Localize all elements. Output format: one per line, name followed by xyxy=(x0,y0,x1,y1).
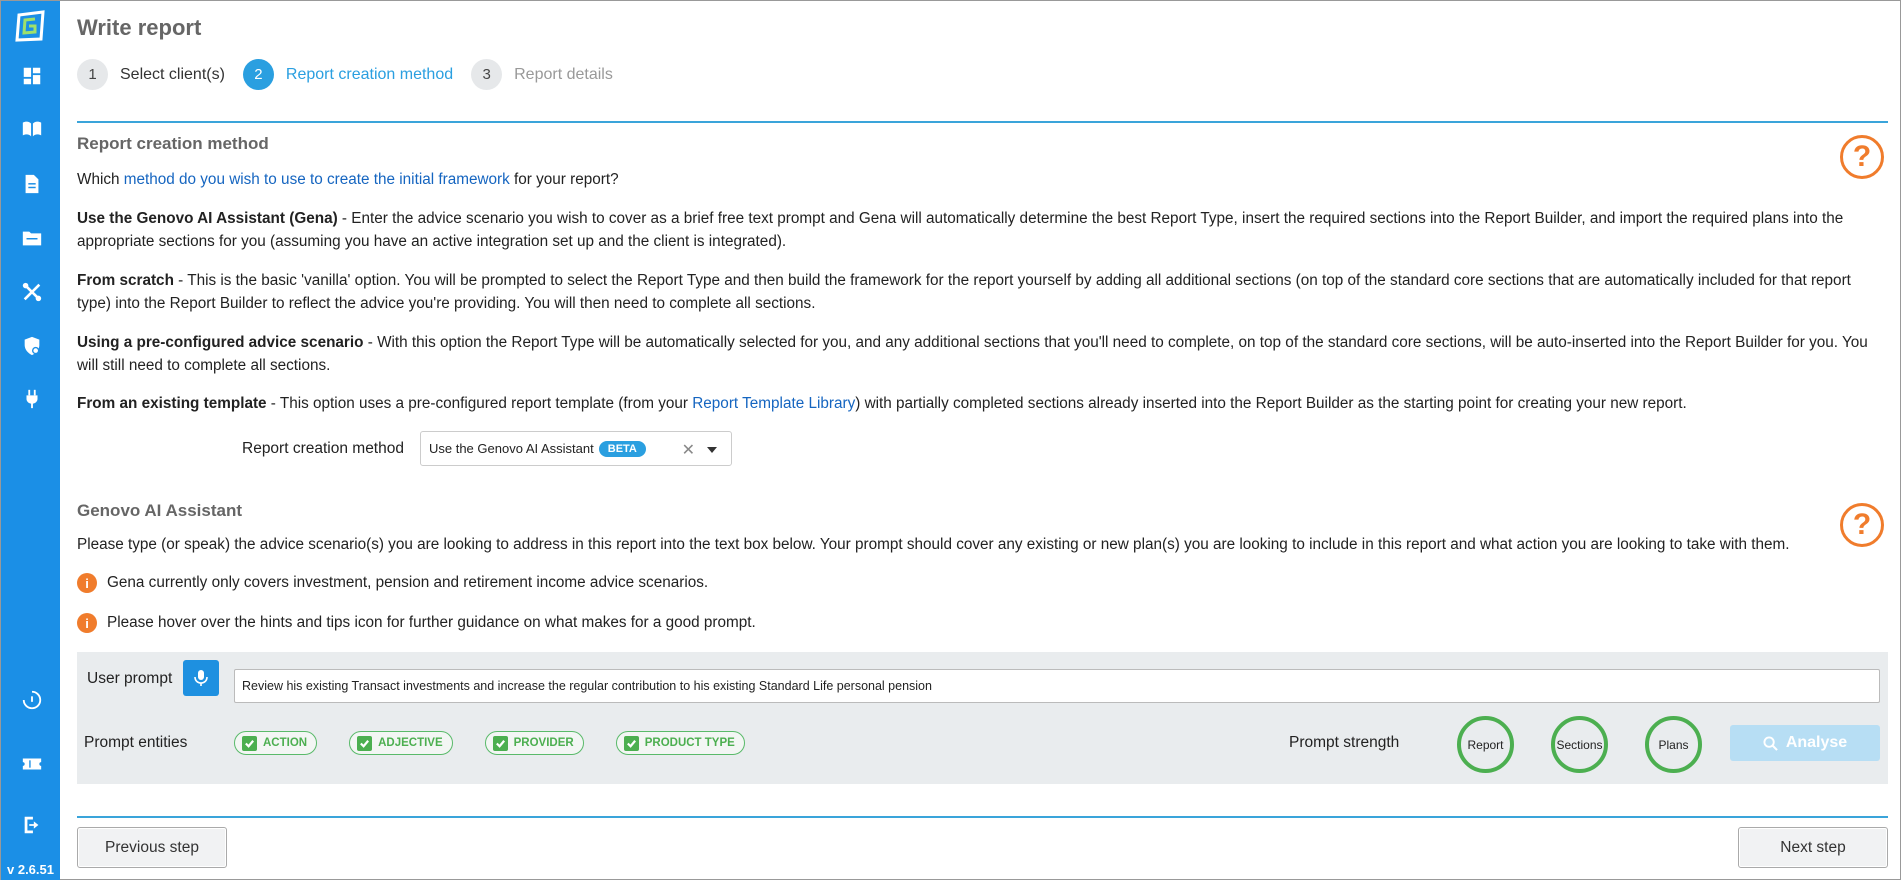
user-prompt-label: User prompt xyxy=(87,670,173,687)
strength-report: Report xyxy=(1457,716,1514,773)
method-select-row: Report creation method Use the Genovo AI… xyxy=(242,431,732,466)
info-icon[interactable]: i xyxy=(77,613,97,633)
step-label: Report details xyxy=(514,65,613,83)
app-logo-icon[interactable] xyxy=(13,9,47,43)
method-framework-link[interactable]: method do you wish to use to create the … xyxy=(124,171,510,188)
check-icon xyxy=(492,735,508,751)
beta-badge: BETA xyxy=(598,440,646,457)
step-report-creation-method[interactable]: 2 Report creation method xyxy=(242,59,454,90)
entity-chip-provider[interactable]: PROVIDER xyxy=(484,731,584,755)
clear-icon[interactable]: ✕ xyxy=(682,440,695,460)
user-prompt-input[interactable]: Review his existing Transact investments… xyxy=(234,669,1880,703)
microphone-button[interactable] xyxy=(183,660,219,696)
method-select-value: Use the Genovo AI Assistant xyxy=(428,441,594,456)
search-icon xyxy=(1763,735,1778,751)
prompt-strength-label: Prompt strength xyxy=(1289,734,1400,751)
previous-step-button[interactable]: Previous step xyxy=(77,827,227,868)
entity-chips: ACTION ADJECTIVE PROVIDER PRODUCT TYPE xyxy=(234,731,745,755)
option-scratch: From scratch - This is the basic 'vanill… xyxy=(77,272,1851,312)
sidebar: v 2.6.51 xyxy=(1,1,60,880)
analyse-button[interactable]: Analyse xyxy=(1730,725,1880,761)
divider xyxy=(77,121,1888,123)
folder-icon[interactable] xyxy=(21,227,43,249)
method-question: Which method do you wish to use to creat… xyxy=(77,171,619,188)
divider xyxy=(77,816,1888,818)
shield-icon[interactable] xyxy=(21,335,43,357)
document-icon[interactable] xyxy=(21,173,43,195)
gena-section-title: Genovo AI Assistant xyxy=(77,501,242,520)
entity-chip-adjective[interactable]: ADJECTIVE xyxy=(349,731,453,755)
entity-chip-product-type[interactable]: PRODUCT TYPE xyxy=(615,731,745,755)
option-preconfigured: Using a pre-configured advice scenario -… xyxy=(77,334,1868,374)
check-icon xyxy=(623,735,639,751)
step-number: 2 xyxy=(242,59,274,90)
method-select[interactable]: Use the Genovo AI Assistant BETA ✕ xyxy=(419,431,732,466)
chevron-down-icon[interactable] xyxy=(706,447,717,453)
strength-sections: Sections xyxy=(1551,716,1608,773)
tools-icon[interactable] xyxy=(21,281,43,303)
info-icon: i xyxy=(77,573,97,593)
step-number: 1 xyxy=(77,59,108,90)
info-note-text: Please hover over the hints and tips ico… xyxy=(107,614,756,631)
step-label: Report creation method xyxy=(285,65,454,83)
ticket-icon[interactable] xyxy=(21,753,43,775)
info-note: i Gena currently only covers investment,… xyxy=(77,573,708,593)
method-section-title: Report creation method xyxy=(77,134,269,153)
entity-chip-action[interactable]: ACTION xyxy=(234,731,318,755)
strength-plans: Plans xyxy=(1645,716,1702,773)
main-content: Write report 1 Select client(s) 2 Report… xyxy=(60,1,1900,879)
option-gena: Use the Genovo AI Assistant (Gena) - Ent… xyxy=(77,210,1844,250)
app-version: v 2.6.51 xyxy=(7,862,54,877)
info-note-text: Gena currently only covers investment, p… xyxy=(107,574,709,591)
prompt-entities-label: Prompt entities xyxy=(84,734,188,751)
step-select-clients[interactable]: 1 Select client(s) xyxy=(77,59,225,90)
help-circle-icon[interactable] xyxy=(21,689,43,711)
gena-intro: Please type (or speak) the advice scenar… xyxy=(77,536,1790,553)
logout-icon[interactable] xyxy=(21,814,43,836)
check-icon xyxy=(242,735,257,751)
page-title: Write report xyxy=(77,15,202,40)
stepper: 1 Select client(s) 2 Report creation met… xyxy=(77,59,613,90)
template-library-link[interactable]: Report Template Library xyxy=(692,395,855,412)
step-label: Select client(s) xyxy=(120,65,225,83)
next-step-button[interactable]: Next step xyxy=(1738,827,1888,868)
book-icon[interactable] xyxy=(21,118,43,140)
check-icon xyxy=(357,735,373,751)
plug-icon[interactable] xyxy=(21,388,43,410)
microphone-icon xyxy=(194,670,208,686)
option-template: From an existing template - This option … xyxy=(77,395,1687,412)
step-report-details[interactable]: 3 Report details xyxy=(471,59,613,90)
dashboard-icon[interactable] xyxy=(21,65,43,87)
info-note: i Please hover over the hints and tips i… xyxy=(77,613,756,633)
method-select-label: Report creation method xyxy=(242,439,404,457)
step-number: 3 xyxy=(471,59,503,90)
prompt-panel: User prompt Review his existing Transact… xyxy=(77,652,1888,784)
